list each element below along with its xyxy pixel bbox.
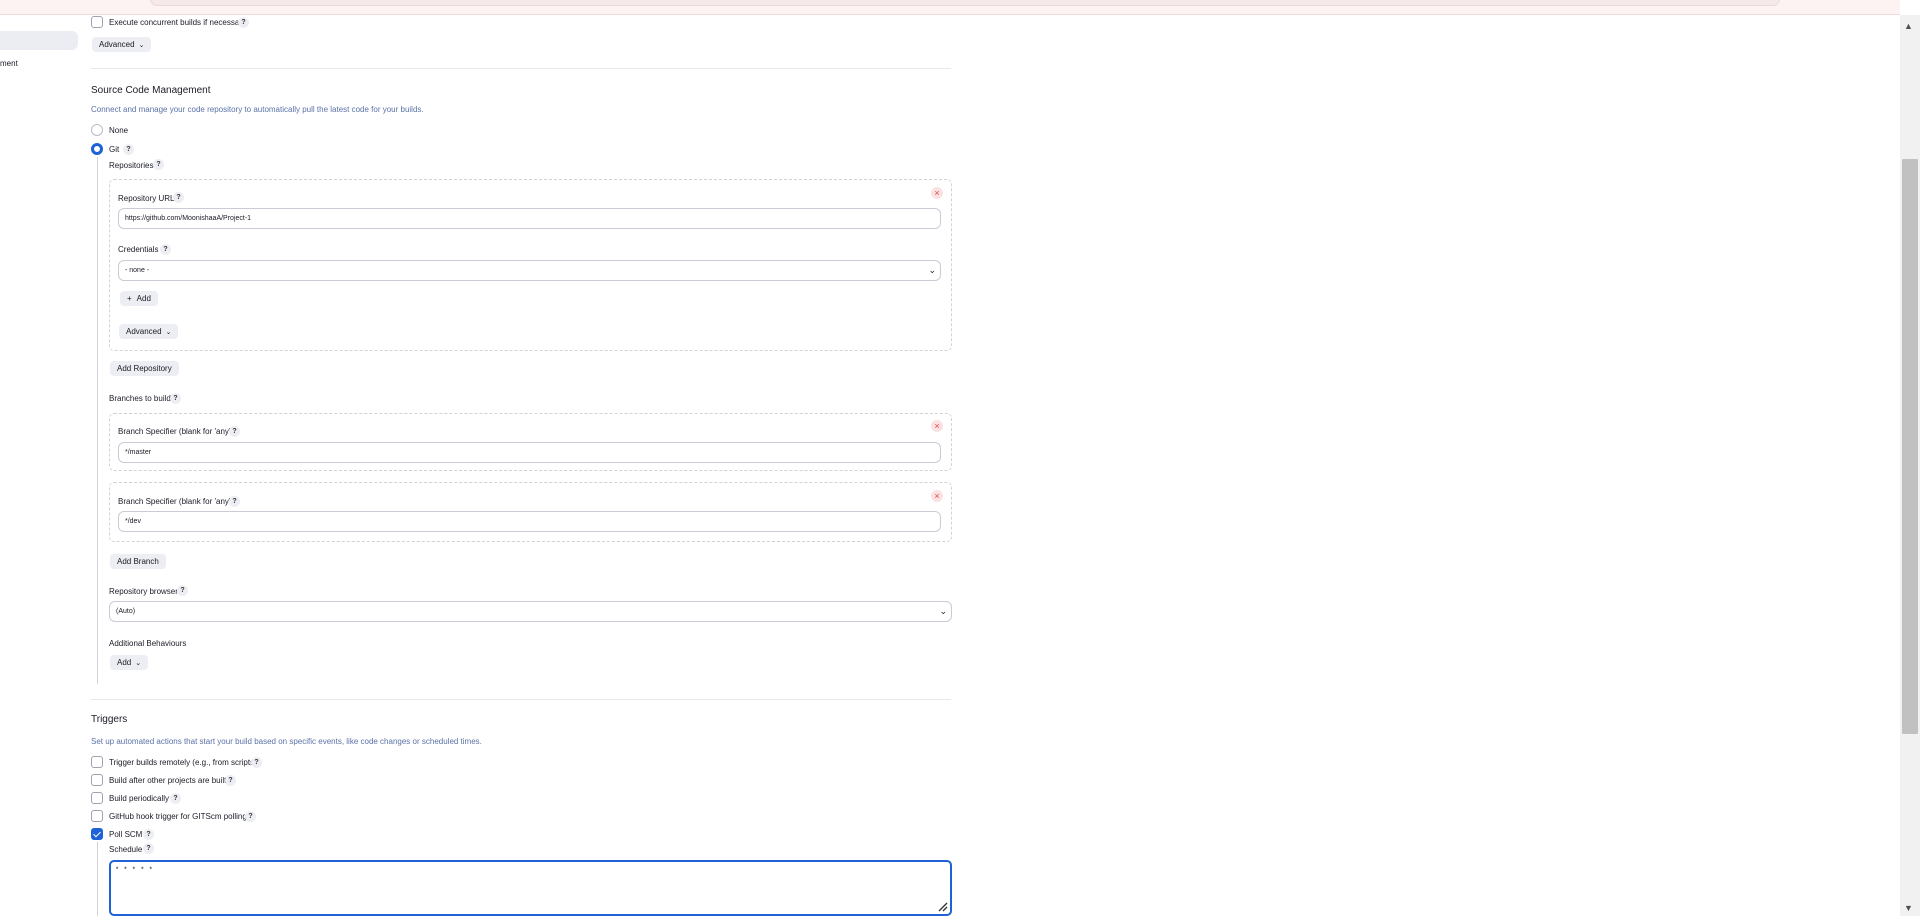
scm-git-radio[interactable] <box>91 143 103 155</box>
scm-none-radio[interactable] <box>91 124 103 136</box>
branch-specifier-input[interactable]: */master <box>118 442 941 463</box>
additional-behaviours-label: Additional Behaviours <box>109 639 187 648</box>
top-banner-pill <box>150 0 1780 6</box>
sidebar-item-label[interactable]: ment <box>0 59 18 68</box>
scm-git-label: Git <box>109 145 120 154</box>
add-credentials-button[interactable]: + Add <box>120 291 158 306</box>
trigger-remote-checkbox[interactable] <box>91 756 103 768</box>
chevron-down-icon: ⌄ <box>135 660 142 667</box>
remove-branch-close-icon[interactable]: × <box>931 420 943 432</box>
trigger-github-hook-checkbox[interactable] <box>91 810 103 822</box>
credentials-label: Credentials <box>118 245 159 254</box>
branch-specifier-label: Branch Specifier (blank for 'any') <box>118 497 234 506</box>
repo-advanced-button[interactable]: Advanced ⌄ <box>119 324 179 339</box>
trigger-remote-label: Trigger builds remotely (e.g., from scri… <box>109 758 257 767</box>
scm-description: Connect and manage your code repository … <box>91 105 424 114</box>
concurrent-builds-label: Execute concurrent builds if necessary <box>109 18 246 27</box>
branch-specifier-help-icon[interactable]: ? <box>229 496 240 507</box>
trigger-remote-help-icon[interactable]: ? <box>251 757 262 768</box>
add-branch-label: Add Branch <box>117 557 159 566</box>
concurrent-builds-help-icon[interactable]: ? <box>238 17 249 28</box>
repo-browser-help-icon[interactable]: ? <box>177 585 188 596</box>
trigger-periodic-label: Build periodically <box>109 794 170 803</box>
scrollbar-thumb[interactable] <box>1902 159 1918 734</box>
remove-repository-close-icon[interactable]: × <box>931 187 943 199</box>
trigger-poll-scm-checkbox[interactable] <box>91 828 103 840</box>
credentials-value: - none - <box>125 267 150 274</box>
branches-label: Branches to build <box>109 394 171 403</box>
schedule-textarea[interactable]: * * * * * <box>109 860 952 916</box>
branch-specifier-label: Branch Specifier (blank for 'any') <box>118 427 234 436</box>
add-repository-button[interactable]: Add Repository <box>110 361 179 376</box>
trigger-github-hook-help-icon[interactable]: ? <box>245 811 256 822</box>
add-behaviour-button[interactable]: Add ⌄ <box>110 655 149 670</box>
poll-scm-nest-line <box>97 842 98 916</box>
add-behaviour-label: Add <box>117 658 132 667</box>
trigger-github-hook-label: GitHub hook trigger for GITScm polling <box>109 812 247 821</box>
trigger-poll-scm-label: Poll SCM <box>109 830 143 839</box>
credentials-select[interactable]: - none - ⌄ <box>118 260 941 281</box>
chevron-down-icon: ⌄ <box>165 329 172 336</box>
top-banner <box>0 0 1900 15</box>
section-divider <box>91 699 951 700</box>
trigger-after-projects-checkbox[interactable] <box>91 774 103 786</box>
repo-url-label: Repository URL <box>118 194 175 203</box>
scm-none-label: None <box>109 126 129 135</box>
repo-browser-label: Repository browser <box>109 587 178 596</box>
git-help-icon[interactable]: ? <box>123 144 134 155</box>
section-divider <box>91 68 951 69</box>
add-repository-label: Add Repository <box>117 364 172 373</box>
trigger-periodic-help-icon[interactable]: ? <box>170 793 181 804</box>
branch-specifier-help-icon[interactable]: ? <box>229 426 240 437</box>
branch-specifier-input[interactable]: */dev <box>118 511 941 532</box>
repo-browser-select[interactable]: (Auto) ⌄ <box>109 601 952 622</box>
chevron-down-icon: ⌄ <box>939 606 947 616</box>
general-advanced-label: Advanced <box>99 40 135 49</box>
trigger-after-projects-label: Build after other projects are built <box>109 776 227 785</box>
trigger-after-projects-help-icon[interactable]: ? <box>225 775 236 786</box>
scroll-up-arrow-icon[interactable]: ▲ <box>1904 21 1913 31</box>
general-advanced-button[interactable]: Advanced ⌄ <box>92 37 152 52</box>
triggers-description: Set up automated actions that start your… <box>91 737 482 746</box>
chevron-down-icon: ⌄ <box>138 42 145 49</box>
schedule-help-icon[interactable]: ? <box>143 843 154 854</box>
repositories-help-icon[interactable]: ? <box>153 159 164 170</box>
repo-url-help-icon[interactable]: ? <box>173 192 184 203</box>
chevron-down-icon: ⌄ <box>928 265 936 275</box>
triggers-title: Triggers <box>91 714 128 725</box>
scroll-down-arrow-icon[interactable]: ▼ <box>1904 903 1913 913</box>
repo-advanced-label: Advanced <box>126 327 162 336</box>
repositories-label: Repositories <box>109 161 154 170</box>
add-credentials-label: Add <box>136 294 151 303</box>
trigger-periodic-checkbox[interactable] <box>91 792 103 804</box>
plus-icon: + <box>127 294 132 303</box>
schedule-label: Schedule <box>109 845 143 854</box>
repo-url-input[interactable]: https://github.com/MoonishaaA/Project-1 <box>118 208 941 229</box>
schedule-value: * * * * * <box>115 867 153 875</box>
trigger-poll-scm-help-icon[interactable]: ? <box>143 829 154 840</box>
credentials-help-icon[interactable]: ? <box>160 244 171 255</box>
git-nest-line <box>97 157 98 684</box>
resize-handle-icon[interactable] <box>937 901 948 912</box>
repo-browser-value: (Auto) <box>116 608 136 615</box>
concurrent-builds-checkbox[interactable] <box>91 16 103 28</box>
sidebar-item-active[interactable] <box>0 31 78 50</box>
branches-help-icon[interactable]: ? <box>170 393 181 404</box>
scm-title: Source Code Management <box>91 85 211 96</box>
add-branch-button[interactable]: Add Branch <box>110 554 166 569</box>
remove-branch-close-icon[interactable]: × <box>931 490 943 502</box>
